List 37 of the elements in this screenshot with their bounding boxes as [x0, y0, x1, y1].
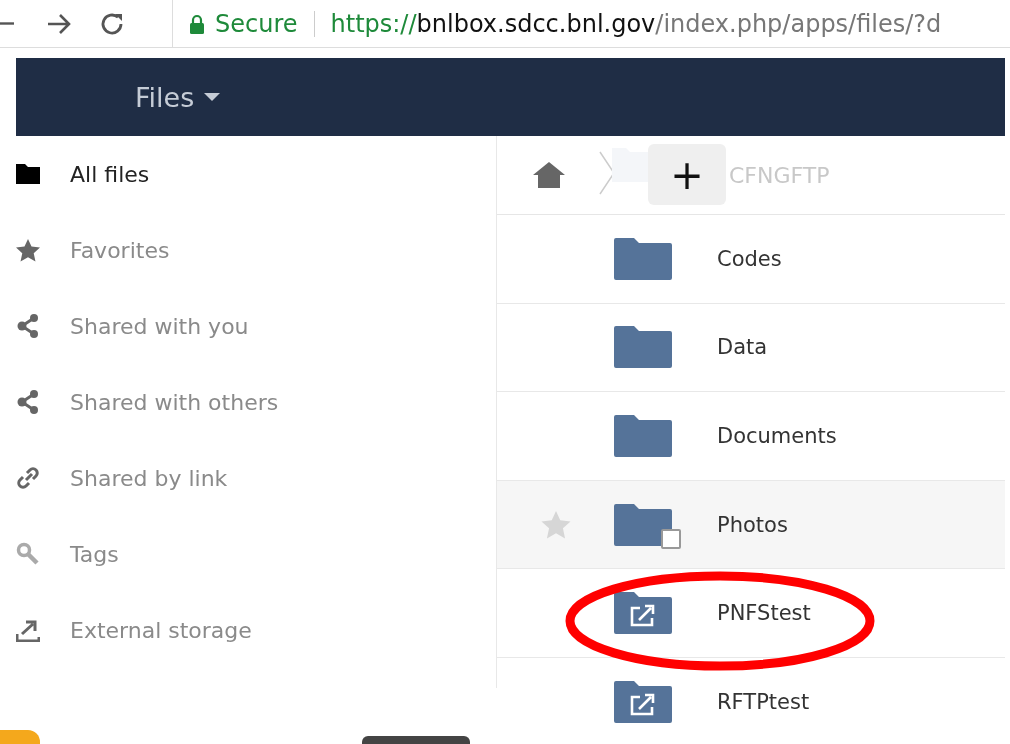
star-icon	[16, 237, 40, 263]
export-icon	[16, 618, 40, 642]
file-name: Documents	[717, 424, 837, 448]
share-icon	[17, 390, 39, 414]
folder-icon	[16, 164, 40, 184]
file-name: RFTPtest	[717, 689, 810, 714]
app-menu-button[interactable]: Files	[135, 81, 221, 113]
file-row[interactable]: Data	[497, 303, 1005, 393]
file-row[interactable]: Photos	[497, 480, 1005, 570]
forward-arrow-icon	[46, 12, 72, 35]
link-icon	[16, 466, 40, 490]
new-button[interactable]: +	[648, 144, 726, 205]
caret-icon	[204, 93, 221, 101]
url-text: https://bnlbox.sdcc.bnl.gov/index.php/apps/files/?d	[330, 9, 942, 38]
chevron-icon	[599, 151, 615, 195]
file-row[interactable]: Codes	[497, 215, 1005, 304]
home-icon	[533, 162, 565, 188]
star-icon	[540, 510, 571, 539]
magnifier-icon	[16, 542, 40, 566]
folder-icon	[614, 503, 672, 546]
file-row[interactable]: Documents	[497, 392, 1005, 481]
file-row[interactable]: PNFStest	[497, 569, 1005, 658]
sidebar-item[interactable]: All files	[0, 136, 496, 212]
file-name: Photos	[717, 512, 788, 537]
file-name: Data	[717, 335, 768, 360]
file-name: Codes	[717, 246, 782, 271]
address-bar[interactable]: Secure https://bnlbox.sdcc.bnl.gov/index.php/apps/files/?d	[172, 0, 1010, 48]
secure-label: Secure	[215, 9, 298, 38]
checkbox[interactable]	[661, 528, 681, 549]
file-name: PNFStest	[717, 601, 811, 626]
lock-icon	[189, 13, 205, 34]
folder-icon	[614, 237, 672, 280]
folder-icon	[614, 326, 672, 369]
home-button[interactable]	[533, 162, 565, 188]
folder-icon	[614, 415, 672, 457]
file-row[interactable]: RFTPtest	[497, 657, 1005, 744]
share-icon	[17, 314, 39, 338]
